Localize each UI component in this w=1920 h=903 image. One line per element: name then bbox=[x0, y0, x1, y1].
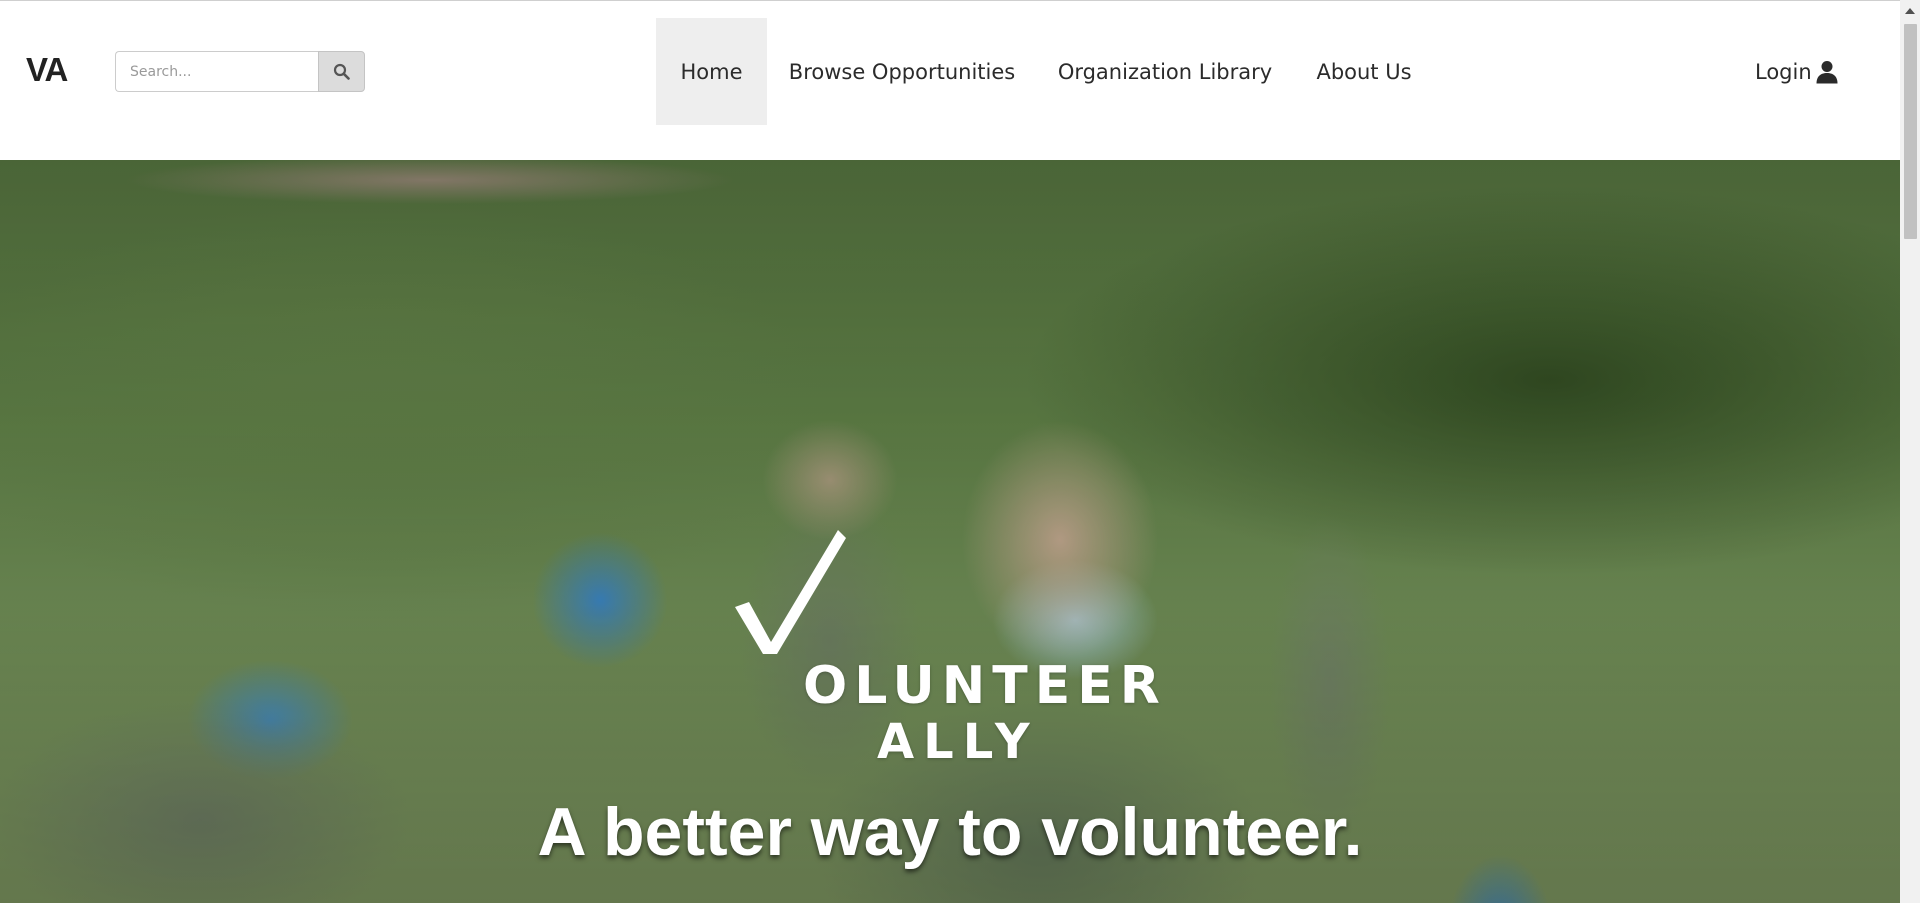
nav-home[interactable]: Home bbox=[656, 18, 767, 125]
hero-tagline: A better way to volunteer. bbox=[537, 794, 1363, 870]
nav-browse-label: Browse Opportunities bbox=[788, 59, 1016, 84]
search-icon bbox=[333, 63, 350, 80]
hero-logo: OLUNTEER ALLY bbox=[735, 530, 1167, 766]
search-input[interactable] bbox=[115, 51, 318, 92]
hero-banner: OLUNTEER ALLY A better way to volunteer. bbox=[0, 160, 1900, 903]
search-form bbox=[115, 51, 365, 92]
nav-home-label: Home bbox=[680, 59, 743, 84]
user-icon bbox=[1816, 60, 1838, 83]
nav-about-us[interactable]: About Us bbox=[1305, 18, 1423, 125]
nav-about-label: About Us bbox=[1316, 59, 1412, 84]
search-button[interactable] bbox=[318, 51, 365, 92]
login-label: Login bbox=[1755, 59, 1812, 84]
logo-word-volunteer: OLUNTEER bbox=[803, 656, 1167, 716]
chevron-up-icon bbox=[1905, 8, 1915, 14]
login-link[interactable]: Login bbox=[1755, 18, 1839, 125]
scroll-up-arrow[interactable] bbox=[1900, 2, 1920, 20]
nav-library-label: Organization Library bbox=[1057, 59, 1273, 84]
scroll-thumb[interactable] bbox=[1904, 24, 1917, 239]
logo-word-ally: ALLY bbox=[877, 714, 1039, 770]
vertical-scrollbar[interactable] bbox=[1900, 0, 1920, 903]
brand-logo[interactable]: VA bbox=[26, 50, 68, 90]
checkmark-icon bbox=[735, 530, 846, 654]
nav-organization-library[interactable]: Organization Library bbox=[1037, 18, 1293, 125]
navbar: VA Home Browse Opportunities Organizatio… bbox=[0, 1, 1900, 160]
nav-browse-opportunities[interactable]: Browse Opportunities bbox=[779, 18, 1025, 125]
